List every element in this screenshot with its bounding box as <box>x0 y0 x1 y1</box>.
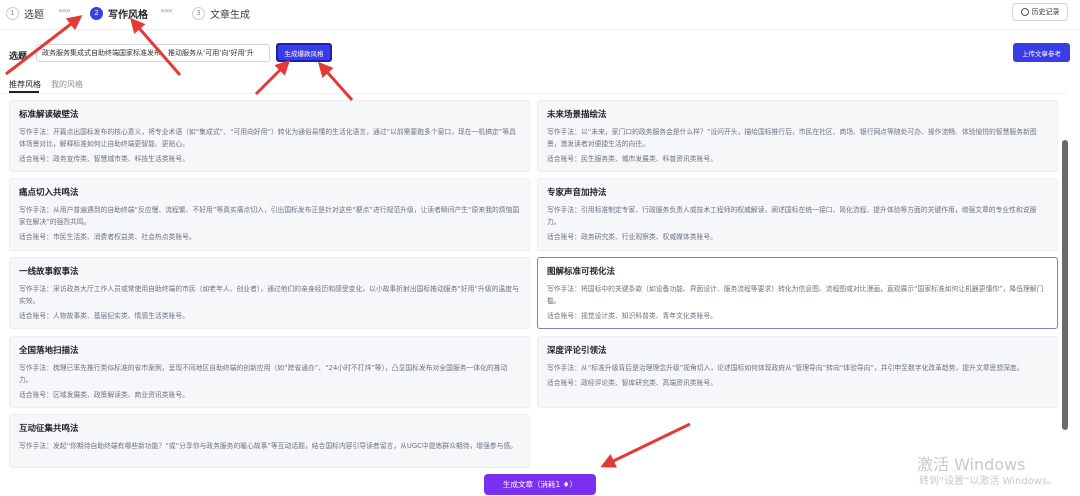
card-accounts: 适合账号：人物故事类、基层纪实类、情感生活类账号。 <box>19 312 189 320</box>
history-label: 历史记录 <box>1031 8 1060 16</box>
card-description: 写作手法：发起“你期待自助终端有哪些新功能？”或“分享你与政务服务的暖心故事”等… <box>19 442 518 450</box>
top-stepper-bar: 1 选题 »»» 2 写作风格 »»» 3 文章生成 历史记录 <box>0 0 1080 26</box>
style-card[interactable]: 未来场景描绘法 写作手法：以“未来，家门口的政务服务会是什么样？”设问开头，描绘… <box>537 100 1058 172</box>
step-1[interactable]: 1 选题 <box>6 5 44 21</box>
card-accounts: 适合账号：区域发展类、政策解读类、商业资讯类账号。 <box>19 391 189 399</box>
style-card[interactable]: 互动征集共鸣法 写作手法：发起“你期待自助终端有哪些新功能？”或“分享你与政务服… <box>9 414 530 468</box>
generate-article-button[interactable]: 生成文章（消耗1 ♦） <box>484 474 596 495</box>
step-3-label: 文章生成 <box>210 9 250 21</box>
scrollbar-thumb[interactable] <box>1062 140 1068 430</box>
card-accounts: 适合账号：民生服务类、城市发展类、科普资讯类账号。 <box>547 155 717 163</box>
topic-input[interactable]: 政务服务集成式自助终端国家标准发布，推动服务从‘可用’向‘好用’升 <box>36 44 270 62</box>
step-1-number: 1 <box>6 6 19 20</box>
style-card-selected[interactable]: 图解标准可视化法 写作手法：将国标中的关键条款（如设备功能、界面设计、服务流程等… <box>537 257 1058 329</box>
card-description: 写作手法：引用标准制定专家、行政服务负责人或技术工程师的权威解读，阐述国标在统一… <box>547 206 1037 226</box>
step-2[interactable]: 2 写作风格 <box>90 5 148 21</box>
style-card[interactable]: 全国落地扫描法 写作手法：梳理已率先推行类似标准的省市案例，呈现不同地区自助终端… <box>9 336 530 408</box>
card-title: 互动征集共鸣法 <box>19 424 79 434</box>
card-description: 写作手法：从“标准升级背后是治理理念升级”视角切入，论述国标如何体现政府从“管理… <box>547 364 1024 372</box>
card-title: 专家声音加持法 <box>547 188 607 198</box>
step-2-number: 2 <box>90 6 103 20</box>
step-3-number: 3 <box>192 6 205 20</box>
card-title: 图解标准可视化法 <box>547 267 616 277</box>
card-title: 深度评论引领法 <box>547 346 607 356</box>
card-description: 写作手法：以“未来，家门口的政务服务会是什么样？”设问开头，描绘国标推行后，市民… <box>547 128 1037 148</box>
tab-recommended[interactable]: 推荐风格 <box>9 79 41 90</box>
card-accounts: 适合账号：视觉设计类、知识科普类、青年文化类账号。 <box>547 312 717 320</box>
history-button[interactable]: 历史记录 <box>1012 3 1068 21</box>
clock-icon <box>1020 8 1029 16</box>
card-title: 痛点切入共鸣法 <box>19 188 79 198</box>
red-arrow-icon <box>600 422 691 468</box>
card-accounts: 适合账号：政经评论类、智库研究类、高端资讯类账号。 <box>547 379 717 387</box>
divider <box>0 93 1068 94</box>
card-description: 写作手法：采访政务大厅工作人员或常使用自助终端的市民（如老年人、创业者），通过他… <box>19 285 519 305</box>
card-description: 写作手法：从用户普遍遇到的自助终端“反应慢、流程繁、不好用”等真实痛点切入，引出… <box>19 206 520 226</box>
card-title: 全国落地扫描法 <box>19 346 79 356</box>
chevron-separator-icon: »»» <box>160 6 173 15</box>
card-title: 未来场景描绘法 <box>547 110 607 120</box>
card-title: 一线故事叙事法 <box>19 267 79 277</box>
card-accounts: 适合账号：政务宣传类、智慧城市类、科技生活类账号。 <box>19 155 189 163</box>
step-3[interactable]: 3 文章生成 <box>192 5 250 21</box>
chevron-separator-icon: »»» <box>58 6 71 15</box>
style-card[interactable]: 痛点切入共鸣法 写作手法：从用户普遍遇到的自助终端“反应慢、流程繁、不好用”等真… <box>9 178 530 251</box>
topic-label: 选题 <box>9 52 28 62</box>
red-arrow-icon <box>318 61 354 101</box>
style-card[interactable]: 标准解读破壁法 写作手法：开篇点出国标发布的核心意义，将专业术语（如“集成式”、… <box>9 100 530 172</box>
style-card[interactable]: 专家声音加持法 写作手法：引用标准制定专家、行政服务负责人或技术工程师的权威解读… <box>537 178 1058 251</box>
divider <box>0 29 1080 30</box>
card-accounts: 适合账号：市民生活类、消费者权益类、社会热点类账号。 <box>19 233 196 241</box>
red-arrow-icon <box>254 59 291 96</box>
upload-reference-button[interactable]: 上传文章参考 <box>1013 43 1070 62</box>
card-description: 写作手法：开篇点出国标发布的核心意义，将专业术语（如“集成式”、“可用向好用”）… <box>19 128 516 148</box>
generate-style-button[interactable]: 生成爆款风格 <box>276 43 332 62</box>
step-1-label: 选题 <box>24 9 44 21</box>
card-description: 写作手法：将国标中的关键条款（如设备功能、界面设计、服务流程等要求）转化为信息图… <box>547 285 1044 305</box>
windows-activation-hint: 转到“设置”以激活 Windows。 <box>919 476 1058 487</box>
style-card[interactable]: 一线故事叙事法 写作手法：采访政务大厅工作人员或常使用自助终端的市民（如老年人、… <box>9 257 530 329</box>
card-title: 标准解读破壁法 <box>19 110 79 120</box>
style-card[interactable]: 深度评论引领法 写作手法：从“标准升级背后是治理理念升级”视角切入，论述国标如何… <box>537 336 1058 408</box>
step-2-label: 写作风格 <box>108 9 148 21</box>
tab-my-styles[interactable]: 我的风格 <box>51 79 83 90</box>
card-accounts: 适合账号：政务研究类、行业观察类、权威媒体类账号。 <box>547 233 717 241</box>
card-description: 写作手法：梳理已率先推行类似标准的省市案例，呈现不同地区自助终端的创新应用（如“… <box>19 364 508 384</box>
